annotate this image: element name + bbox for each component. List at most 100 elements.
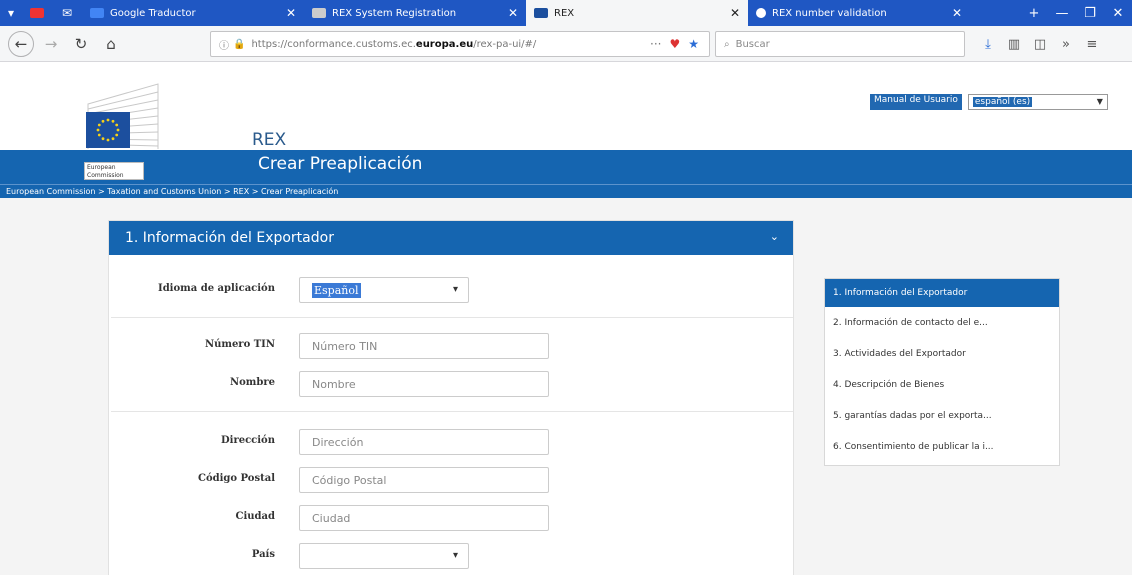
placeholder: Nombre (312, 377, 356, 391)
library-icon[interactable]: ▥ (1001, 37, 1027, 52)
title-bar: Crear Preaplicación (0, 150, 1132, 184)
tin-input[interactable]: Número TIN (299, 333, 549, 359)
eu-flag-icon (86, 112, 130, 148)
field-label: Número TIN (204, 339, 275, 350)
toolbar-icons: ⤓ ▥ ◫ » ≡ (975, 31, 1105, 57)
window-controls: + — ❐ ✕ (1020, 0, 1132, 26)
minimize-icon[interactable]: — (1048, 6, 1076, 21)
placeholder: Dirección (312, 435, 364, 449)
row-ciudad: Ciudad Ciudad (109, 505, 795, 531)
browser-nav-bar: ← → ↻ ⌂ ⓘ 🔒 https://conformance.customs.… (0, 26, 1132, 62)
chevron-down-icon: ▾ (452, 284, 458, 295)
close-icon[interactable]: ✕ (730, 6, 740, 20)
back-icon[interactable]: ← (8, 30, 34, 57)
overflow-icon[interactable]: » (1053, 37, 1079, 52)
search-bar[interactable]: ⌕ Buscar (715, 31, 965, 57)
chevron-down-icon: ▾ (452, 550, 458, 561)
forward-icon[interactable]: → (38, 31, 64, 57)
language-select[interactable]: español (es) ▼ (967, 94, 1108, 110)
chevron-down-icon: ▼ (1096, 97, 1103, 106)
tab-google-translate[interactable]: Google Traductor ✕ (82, 0, 304, 26)
field-label: Código Postal (197, 473, 275, 484)
language-application-select[interactable]: Español ▾ (299, 277, 469, 303)
page-title: Crear Preaplicación (258, 154, 423, 174)
address-input[interactable]: Dirección (299, 429, 549, 455)
field-label: Dirección (220, 435, 275, 446)
tab-label: REX (554, 7, 575, 19)
url-host: europa.eu (415, 38, 474, 50)
select-value: Español (312, 282, 361, 298)
language-value: español (es) (972, 97, 1033, 107)
browser-tab-strip: ▾ ✉ Google Traductor ✕ REX System Regist… (0, 0, 1132, 26)
page-actions-icon[interactable]: ··· (650, 37, 661, 51)
pocket-icon[interactable]: ♥ (669, 37, 680, 51)
bookmark-star-icon[interactable]: ★ (688, 37, 699, 51)
field-label: Ciudad (235, 511, 276, 522)
row-pais: País ▾ (109, 543, 795, 569)
tab-rex[interactable]: REX ✕ (526, 0, 748, 26)
row-codigo-postal: Código Postal Código Postal (109, 467, 795, 493)
section-header[interactable]: 1. Información del Exportador ⌄ (109, 221, 793, 255)
section-nav: 1. Información del Exportador 2. Informa… (824, 278, 1060, 466)
placeholder: Ciudad (312, 511, 351, 525)
menu-icon[interactable]: ≡ (1079, 37, 1105, 52)
row-idioma: Idioma de aplicación Español ▾ (109, 277, 795, 303)
restore-icon[interactable]: ❐ (1076, 6, 1104, 21)
sidenav-item-activities[interactable]: 3. Actividades del Exportador (825, 338, 1059, 369)
section-title: 1. Información del Exportador (125, 230, 334, 246)
breadcrumb[interactable]: European Commission > Taxation and Custo… (0, 184, 1132, 198)
url-prefix: https://conformance.customs.ec. (251, 38, 416, 50)
sidenav-item-guarantees[interactable]: 5. garantías dadas por el exporta... (825, 400, 1059, 431)
app-name: REX (252, 130, 287, 150)
url-bar[interactable]: ⓘ 🔒 https://conformance.customs.ec. europ… (210, 31, 710, 57)
close-icon[interactable]: ✕ (952, 6, 962, 20)
lock-icon: 🔒 (233, 38, 246, 50)
web-page: Manual de Usuario español (es) ▼ Crear P… (0, 62, 1132, 575)
tab-label: REX number validation (772, 7, 887, 19)
home-icon[interactable]: ⌂ (98, 31, 124, 57)
url-suffix: /rex-pa-ui/#/ (473, 38, 537, 50)
sidenav-item-contact-info[interactable]: 2. Información de contacto del e... (825, 307, 1059, 338)
pinned-tab-icon[interactable] (22, 0, 52, 26)
close-window-icon[interactable]: ✕ (1104, 6, 1132, 21)
city-input[interactable]: Ciudad (299, 505, 549, 531)
name-input[interactable]: Nombre (299, 371, 549, 397)
close-icon[interactable]: ✕ (286, 6, 296, 20)
chevron-down-icon[interactable]: ⌄ (770, 230, 779, 243)
close-icon[interactable]: ✕ (508, 6, 518, 20)
tab-rex-registration[interactable]: REX System Registration ✕ (304, 0, 526, 26)
search-icon: ⌕ (724, 38, 730, 50)
field-label: País (251, 549, 275, 560)
sidenav-item-consent[interactable]: 6. Consentimiento de publicar la i... (825, 431, 1059, 462)
user-manual-link[interactable]: Manual de Usuario (870, 94, 962, 110)
placeholder: Código Postal (312, 473, 387, 487)
ec-label: European Commission (84, 162, 144, 180)
search-placeholder: Buscar (735, 38, 770, 50)
download-icon[interactable]: ⤓ (975, 37, 1001, 52)
eu-flag-icon (534, 8, 548, 18)
tab-label: REX System Registration (332, 7, 457, 19)
placeholder: Número TIN (312, 339, 378, 353)
country-select[interactable]: ▾ (299, 543, 469, 569)
divider (111, 317, 793, 318)
sidenav-item-goods[interactable]: 4. Descripción de Bienes (825, 369, 1059, 400)
new-tab-icon[interactable]: + (1020, 6, 1048, 21)
ec-logo[interactable]: European Commission (78, 74, 168, 184)
reload-icon[interactable]: ↻ (68, 31, 94, 57)
user-links: Manual de Usuario español (es) ▼ (870, 94, 1108, 110)
translate-icon (90, 8, 104, 18)
info-icon[interactable]: ⓘ (219, 37, 229, 52)
pinned-tab-mail-icon[interactable]: ✉ (52, 0, 82, 26)
tab-label: Google Traductor (110, 7, 196, 19)
tab-rex-validation[interactable]: REX number validation ✕ (748, 0, 970, 26)
row-nombre: Nombre Nombre (109, 371, 795, 397)
field-label: Nombre (229, 377, 275, 388)
sidenav-item-exporter-info[interactable]: 1. Información del Exportador (825, 279, 1059, 307)
sidebar-icon[interactable]: ◫ (1027, 37, 1053, 52)
page-icon (312, 8, 326, 18)
row-tin: Número TIN Número TIN (109, 333, 795, 359)
postal-code-input[interactable]: Código Postal (299, 467, 549, 493)
globe-icon (756, 8, 766, 18)
tab-list-icon[interactable]: ▾ (0, 0, 22, 26)
exporter-info-card: 1. Información del Exportador ⌄ Idioma d… (108, 220, 794, 575)
